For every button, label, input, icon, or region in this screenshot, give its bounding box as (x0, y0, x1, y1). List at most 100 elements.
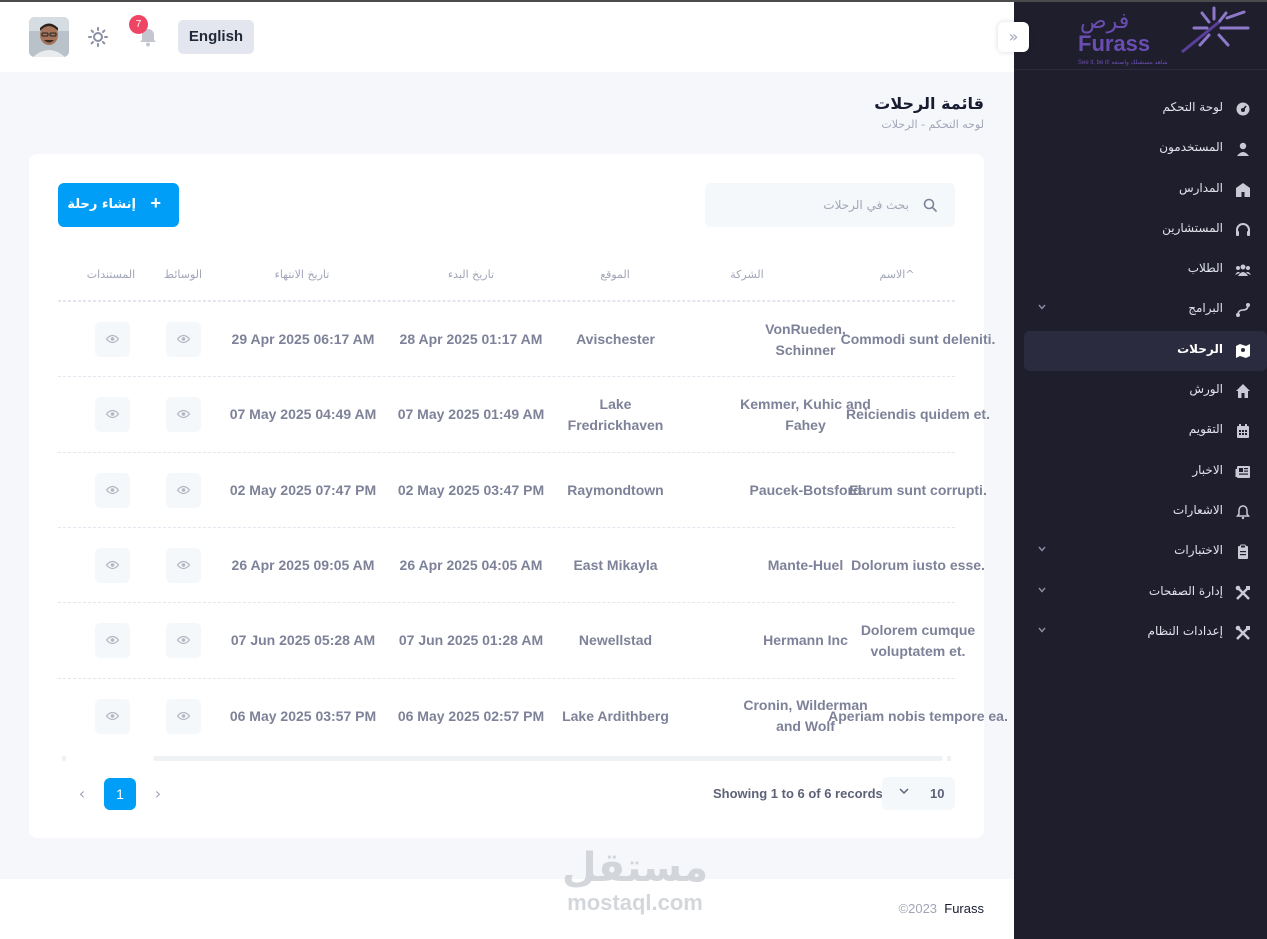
eye-icon (106, 560, 119, 569)
sidebar-item-4[interactable]: الطلاب (1024, 250, 1267, 290)
sidebar-item-label: الطلاب (1187, 261, 1223, 276)
calendar-icon (1235, 423, 1251, 439)
sidebar-item-9[interactable]: الاخبار (1024, 452, 1267, 492)
cell-location: Raymondtown (567, 481, 664, 498)
eye-icon (177, 485, 190, 494)
tools-icon (1235, 585, 1251, 601)
eye-icon (106, 636, 119, 645)
view-media-button[interactable] (166, 698, 201, 734)
search-icon (923, 198, 937, 212)
user-icon (1235, 141, 1251, 157)
sidebar-item-3[interactable]: المستشارين (1024, 210, 1267, 250)
eye-icon (106, 334, 119, 344)
cell-end-date: 06 May 2025 03:57 PM (229, 707, 377, 724)
view-documents-button[interactable] (95, 547, 130, 583)
sidebar-item-11[interactable]: الاختبارات (1024, 532, 1267, 572)
eye-icon (106, 711, 119, 720)
column-header-end-date[interactable]: تاريخ الانتهاء (262, 268, 342, 281)
language-switch-button[interactable]: English (178, 20, 254, 54)
sidebar-item-label: المدارس (1178, 180, 1223, 195)
chevrons-right-icon: » (1008, 27, 1019, 46)
watermark-arabic: مستقل (561, 845, 709, 891)
sidebar-item-7[interactable]: الورش (1024, 371, 1267, 411)
sidebar-item-13[interactable]: إعدادات النظام (1024, 613, 1267, 653)
cell-company: Cronin, Wilderman and Wolf (743, 697, 868, 734)
pagination-prev-button[interactable]: ‹ (74, 784, 90, 804)
cell-company: VonRueden, Schinner (765, 320, 846, 358)
view-media-button[interactable] (166, 472, 201, 508)
cell-end-date: 07 Jun 2025 05:28 AM (230, 632, 376, 649)
cell-end-date: 02 May 2025 07:47 PM (229, 481, 377, 498)
eye-icon (177, 334, 190, 344)
search-input[interactable] (719, 183, 909, 227)
sidebar-item-label: الاخبار (1192, 462, 1223, 477)
create-trip-button[interactable]: + إنشاء رحلة (58, 183, 179, 227)
route-icon (1235, 302, 1251, 318)
column-header-start-date[interactable]: تاريخ البدء (436, 268, 506, 281)
sidebar-item-6[interactable]: الرحلات (1024, 330, 1267, 372)
view-documents-button[interactable] (95, 472, 130, 508)
view-media-button[interactable] (166, 547, 201, 583)
home-icon (1235, 383, 1251, 399)
column-header-name[interactable]: الاسم^ (872, 268, 922, 281)
cell-start-date: 07 Jun 2025 01:28 AM (398, 632, 544, 649)
footer-brand[interactable]: Furass (944, 901, 984, 916)
sidebar-item-label: التقويم (1188, 422, 1223, 437)
sidebar-item-label: لوحة التحكم (1162, 100, 1224, 114)
view-media-button[interactable] (166, 322, 201, 357)
sidebar-item-label: الرحلات (1177, 341, 1223, 356)
cell-company: Mante-Huel (767, 556, 844, 573)
sidebar-item-2[interactable]: المدارس (1024, 170, 1267, 210)
plus-icon: + (150, 193, 161, 213)
per-page-value: 10 (930, 786, 945, 801)
sidebar-collapse-button[interactable]: » (998, 22, 1029, 52)
cell-start-date: 06 May 2025 02:57 PM (397, 707, 545, 724)
eye-icon (106, 485, 119, 494)
sidebar-item-10[interactable]: الاشعارات (1024, 492, 1267, 532)
chevron-down-icon (1037, 624, 1047, 638)
dashboard-icon (1235, 101, 1251, 117)
pagination-page-1[interactable]: 1 (104, 778, 136, 810)
avatar[interactable] (29, 17, 69, 57)
sidebar-item-5[interactable]: البرامج (1024, 290, 1267, 330)
theme-toggle-sun-icon[interactable] (88, 27, 108, 47)
footer (0, 879, 1014, 939)
sidebar-item-label: البرامج (1188, 301, 1223, 316)
column-header-location[interactable]: الموقع (590, 268, 640, 281)
sidebar-menu: لوحة التحكم المستخدمون المدارس المستشارين ال… (1024, 89, 1267, 653)
eye-icon (177, 410, 190, 419)
column-header-company[interactable]: الشركة (722, 268, 772, 281)
breadcrumb: لوحه التحكم - الرحلات (881, 118, 984, 131)
window-top-border (0, 0, 1267, 2)
sidebar-item-label: الورش (1189, 382, 1223, 397)
cell-company: Paucek-Botsford (749, 481, 862, 498)
scroll-right-arrow[interactable] (947, 756, 951, 761)
sidebar-item-12[interactable]: إدارة الصفحات (1024, 573, 1267, 613)
view-documents-button[interactable] (95, 698, 130, 734)
chevron-down-icon (898, 785, 910, 800)
sidebar-item-0[interactable]: لوحة التحكم (1024, 89, 1267, 129)
sidebar-item-8[interactable]: التقويم (1024, 411, 1267, 451)
cell-location: East Mikayla (573, 556, 658, 573)
horizontal-scrollbar[interactable] (153, 756, 943, 761)
sidebar-item-1[interactable]: المستخدمون (1024, 129, 1267, 169)
per-page-select[interactable]: 10 (882, 777, 955, 810)
scroll-left-arrow[interactable] (62, 756, 66, 761)
cell-location: Newellstad (578, 632, 653, 649)
tools-icon (1235, 625, 1251, 641)
sidebar-logo[interactable]: فرص Furass See it, be it! شاهد مستقبلك و… (1014, 0, 1267, 70)
table-row: Commodi sunt deleniti. VonRueden, Schinne… (58, 301, 995, 376)
view-media-button[interactable] (166, 623, 201, 659)
view-documents-button[interactable] (95, 322, 130, 357)
view-documents-button[interactable] (95, 397, 130, 433)
table-row: Dolorum iusto esse. Mante-Huel East Mikayl… (58, 526, 985, 602)
svg-text:Furass: Furass (1078, 31, 1150, 56)
footer-copyright: ©2023 Furass (899, 901, 984, 916)
sidebar-item-label: الاختبارات (1174, 543, 1223, 558)
view-documents-button[interactable] (95, 623, 130, 659)
users-icon (1235, 262, 1251, 278)
view-media-button[interactable] (166, 397, 201, 433)
sidebar-item-label: المستشارين (1162, 220, 1223, 235)
headset-icon (1235, 222, 1251, 238)
pagination-next-button[interactable]: › (150, 784, 166, 804)
